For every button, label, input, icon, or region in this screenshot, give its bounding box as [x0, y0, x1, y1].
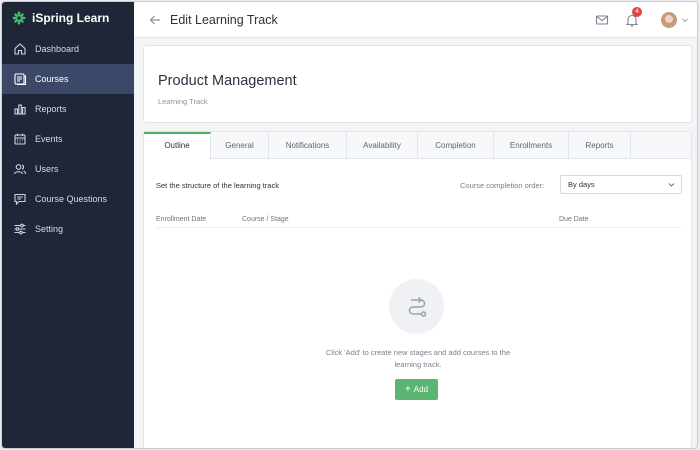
outline-panel: Outline General Notifications Availabili… — [143, 131, 692, 448]
sidebar-item-users[interactable]: Users — [2, 154, 134, 184]
structure-label: Set the structure of the learning track — [156, 181, 279, 190]
sidebar-item-label: Dashboard — [35, 44, 80, 54]
route-icon — [408, 296, 426, 317]
app-logo[interactable]: iSpring Learn — [2, 2, 134, 34]
sidebar-item-courses[interactable]: Courses — [2, 64, 134, 94]
ispring-logo-icon — [12, 11, 26, 25]
chevron-down-icon[interactable] — [681, 16, 689, 24]
chevron-down-icon — [668, 183, 675, 187]
sidebar-item-label: Reports — [35, 104, 67, 114]
tab-general[interactable]: General — [211, 132, 269, 159]
page-title: Edit Learning Track — [170, 12, 278, 27]
tab-reports[interactable]: Reports — [569, 132, 631, 159]
top-header: Edit Learning Track 4 — [134, 2, 697, 38]
add-button-label: Add — [413, 385, 429, 394]
sidebar-item-label: Users — [35, 164, 59, 174]
sidebar-item-label: Courses — [35, 74, 69, 84]
notifications-button[interactable]: 4 — [625, 7, 642, 27]
home-icon — [14, 43, 26, 55]
tab-enrollments[interactable]: Enrollments — [494, 132, 569, 159]
tab-completion[interactable]: Completion — [418, 132, 494, 159]
sidebar: iSpring Learn Dashboard Courses Reports … — [2, 2, 134, 448]
sliders-icon — [14, 223, 26, 235]
tab-outline[interactable]: Outline — [144, 132, 211, 160]
course-title: Product Management — [158, 73, 297, 89]
message-icon — [14, 193, 26, 206]
avatar[interactable] — [661, 12, 677, 28]
sidebar-nav: Dashboard Courses Reports Events Users C… — [2, 34, 134, 244]
tab-availability[interactable]: Availability — [347, 132, 418, 159]
sidebar-item-label: Events — [35, 134, 63, 144]
course-type-label: Learning Track — [158, 97, 208, 106]
completion-order-label: Course completion order: — [460, 181, 545, 190]
sidebar-item-setting[interactable]: Setting — [2, 214, 134, 244]
bar-chart-icon — [14, 104, 26, 115]
tab-bar: Outline General Notifications Availabili… — [144, 132, 691, 160]
courses-icon — [14, 73, 27, 86]
sidebar-item-events[interactable]: Events — [2, 124, 134, 154]
course-header-card: Product Management Learning Track — [143, 45, 692, 123]
calendar-icon — [14, 133, 26, 145]
column-course-stage: Course / Stage — [242, 216, 289, 223]
column-due-date: Due Date — [559, 216, 589, 223]
column-enrollment-date: Enrollment Date — [156, 216, 207, 223]
sidebar-item-label: Setting — [35, 224, 64, 234]
plus-icon: + — [404, 383, 411, 395]
notifications-badge: 4 — [632, 7, 642, 17]
app-window: iSpring Learn Dashboard Courses Reports … — [1, 1, 698, 449]
header-actions: 4 — [595, 2, 689, 38]
back-arrow-icon[interactable] — [148, 13, 162, 27]
empty-state-illustration — [389, 279, 444, 334]
sidebar-item-course-questions[interactable]: Course Questions — [2, 184, 134, 214]
mail-icon[interactable] — [595, 13, 609, 27]
table-header: Enrollment Date Course / Stage Due Date — [156, 216, 681, 228]
sidebar-item-dashboard[interactable]: Dashboard — [2, 34, 134, 64]
add-button[interactable]: + Add — [395, 379, 438, 400]
app-name: iSpring Learn — [32, 11, 110, 25]
users-icon — [13, 164, 27, 175]
completion-order-value: By days — [568, 180, 595, 189]
sidebar-item-reports[interactable]: Reports — [2, 94, 134, 124]
tab-notifications[interactable]: Notifications — [269, 132, 347, 159]
sidebar-item-label: Course Questions — [35, 194, 108, 204]
empty-state-text: Click 'Add' to create new stages and add… — [325, 348, 511, 369]
completion-order-select[interactable]: By days — [560, 175, 682, 194]
